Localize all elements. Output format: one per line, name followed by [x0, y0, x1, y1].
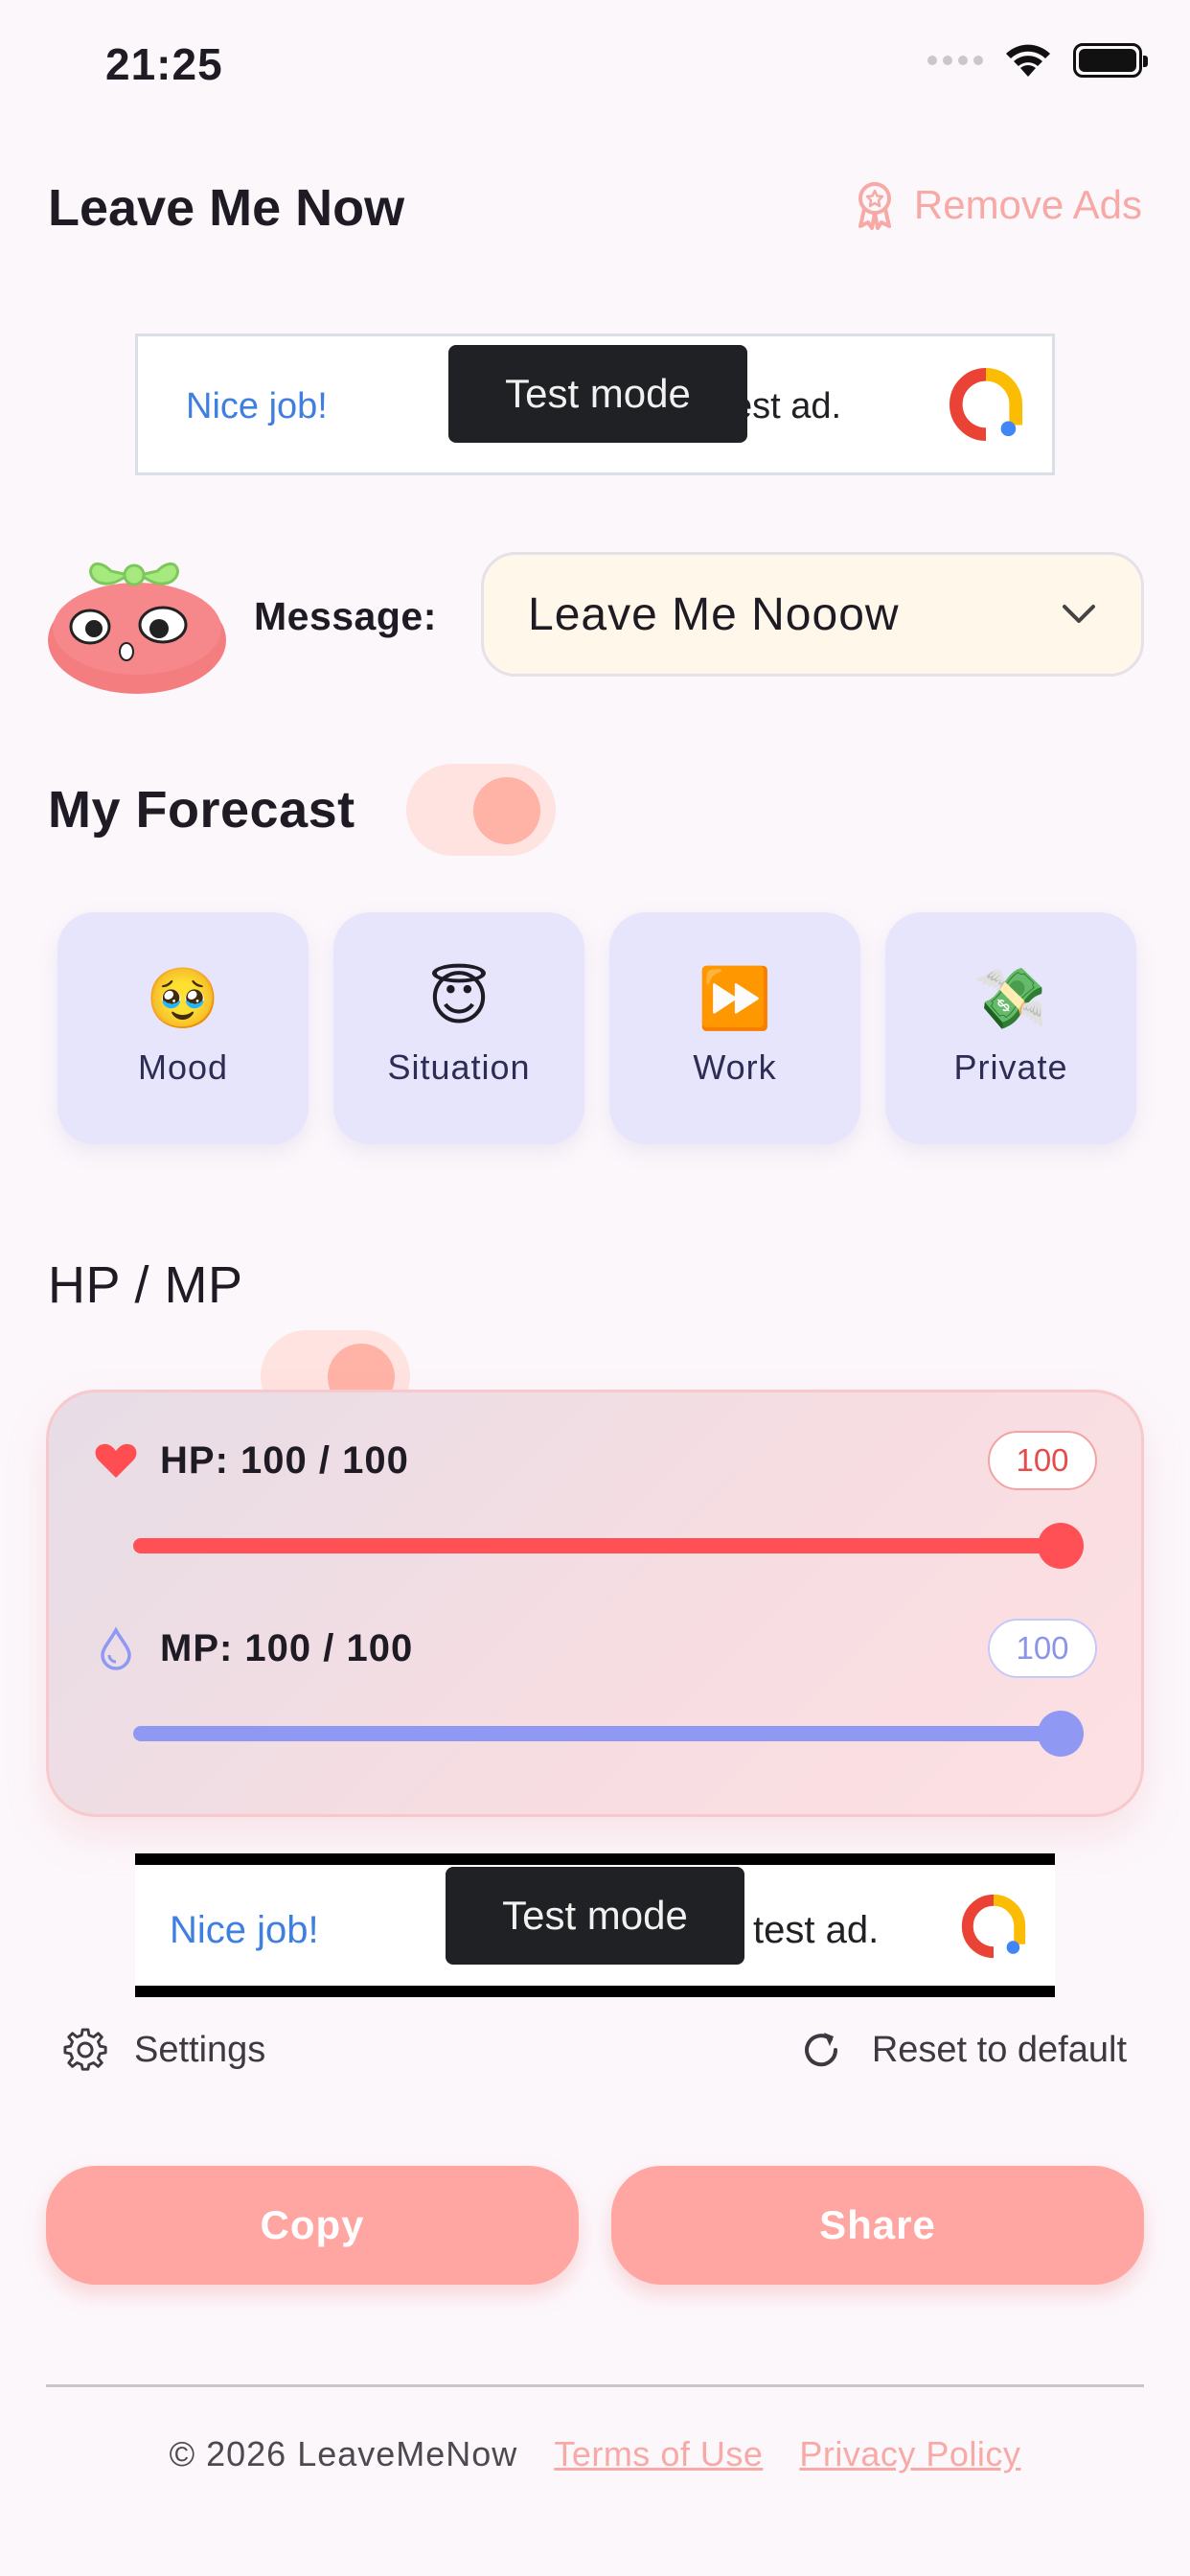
hpmp-title: HP / MP: [48, 1256, 243, 1314]
reset-to-default-button[interactable]: Reset to default: [799, 2028, 1127, 2072]
ad-test-mode-tooltip: Test mode: [448, 345, 747, 443]
copy-button[interactable]: Copy: [46, 2166, 579, 2285]
status-time: 21:25: [105, 39, 223, 89]
hp-slider-thumb[interactable]: [1038, 1523, 1084, 1569]
tomato-mascot-icon: [48, 563, 226, 694]
reset-label: Reset to default: [871, 2029, 1127, 2070]
hp-label: HP: 100 / 100: [160, 1438, 409, 1482]
mp-slider-fill: [133, 1726, 1061, 1741]
forecast-card-situation[interactable]: 😇 Situation: [333, 912, 584, 1144]
wifi-icon: [1006, 44, 1050, 77]
forecast-card-work[interactable]: ⏩ Work: [609, 912, 860, 1144]
terms-of-use-link[interactable]: Terms of Use: [554, 2434, 763, 2474]
mp-slider[interactable]: [133, 1711, 1084, 1757]
ad-headline: Nice job!: [186, 386, 328, 426]
message-selected-value: Leave Me Nooow: [528, 588, 900, 640]
remove-ads-label: Remove Ads: [913, 182, 1142, 227]
refresh-icon: [804, 2033, 837, 2067]
app-title: Leave Me Now: [48, 179, 405, 237]
ad-banner-top[interactable]: Nice job! est ad. Test mode: [135, 334, 1055, 475]
hp-slider[interactable]: [133, 1523, 1084, 1569]
fast-forward-icon: ⏩: [698, 963, 772, 1033]
card-label: Situation: [387, 1047, 531, 1087]
ad-banner-bottom[interactable]: Nice job! test ad. Test mode: [135, 1853, 1055, 1997]
remove-ads-button[interactable]: Remove Ads: [853, 180, 1142, 230]
gear-icon: [63, 2028, 107, 2071]
hp-value-badge[interactable]: 100: [988, 1431, 1097, 1490]
mp-value-badge[interactable]: 100: [988, 1619, 1097, 1678]
money-wings-icon: 💸: [973, 963, 1048, 1033]
forecast-cards: 🥹 Mood 😇 Situation ⏩ Work 💸 Private: [57, 912, 1136, 1144]
hp-slider-fill: [133, 1538, 1061, 1553]
mp-row: MP: 100 / 100 100: [93, 1619, 1097, 1678]
mp-label: MP: 100 / 100: [160, 1626, 414, 1669]
settings-button[interactable]: Settings: [63, 2028, 265, 2072]
halo-face-icon: 😇: [427, 963, 491, 1033]
ad-headline: Nice job!: [170, 1909, 319, 1951]
heart-icon: [95, 1443, 137, 1478]
ad-test-mode-tooltip: Test mode: [446, 1867, 744, 1965]
forecast-toggle[interactable]: [406, 764, 556, 856]
cellular-signal-icon: [927, 56, 983, 65]
ad-body-text: est ad.: [732, 386, 842, 426]
ad-logo-icon: [961, 1894, 1026, 1959]
battery-icon: [1073, 43, 1148, 78]
share-button[interactable]: Share: [611, 2166, 1144, 2285]
pleading-face-icon: 🥹: [146, 963, 220, 1033]
award-ribbon-icon: [858, 182, 891, 230]
footer-divider: [46, 2384, 1144, 2387]
privacy-policy-link[interactable]: Privacy Policy: [799, 2434, 1020, 2474]
forecast-card-private[interactable]: 💸 Private: [885, 912, 1136, 1144]
ad-body-text: test ad.: [753, 1909, 880, 1951]
settings-label: Settings: [134, 2029, 266, 2070]
card-label: Work: [693, 1047, 777, 1087]
status-icons: [927, 42, 1148, 79]
copyright-text: © 2026 LeaveMeNow: [169, 2434, 518, 2473]
footer: © 2026 LeaveMeNow Terms of Use Privacy P…: [0, 2434, 1190, 2474]
chevron-down-icon: [1063, 605, 1095, 623]
forecast-card-mood[interactable]: 🥹 Mood: [57, 912, 309, 1144]
message-label: Message:: [254, 594, 437, 638]
water-drop-icon: [101, 1626, 131, 1670]
ad-logo-icon: [949, 367, 1023, 442]
hp-row: HP: 100 / 100 100: [93, 1431, 1097, 1490]
hpmp-panel: HP: 100 / 100 100 MP: 100 / 100 100: [46, 1390, 1144, 1817]
card-label: Private: [953, 1047, 1068, 1087]
mp-slider-thumb[interactable]: [1038, 1711, 1084, 1757]
message-dropdown[interactable]: Leave Me Nooow: [481, 552, 1144, 677]
forecast-title: My Forecast: [48, 781, 355, 839]
card-label: Mood: [137, 1047, 229, 1087]
